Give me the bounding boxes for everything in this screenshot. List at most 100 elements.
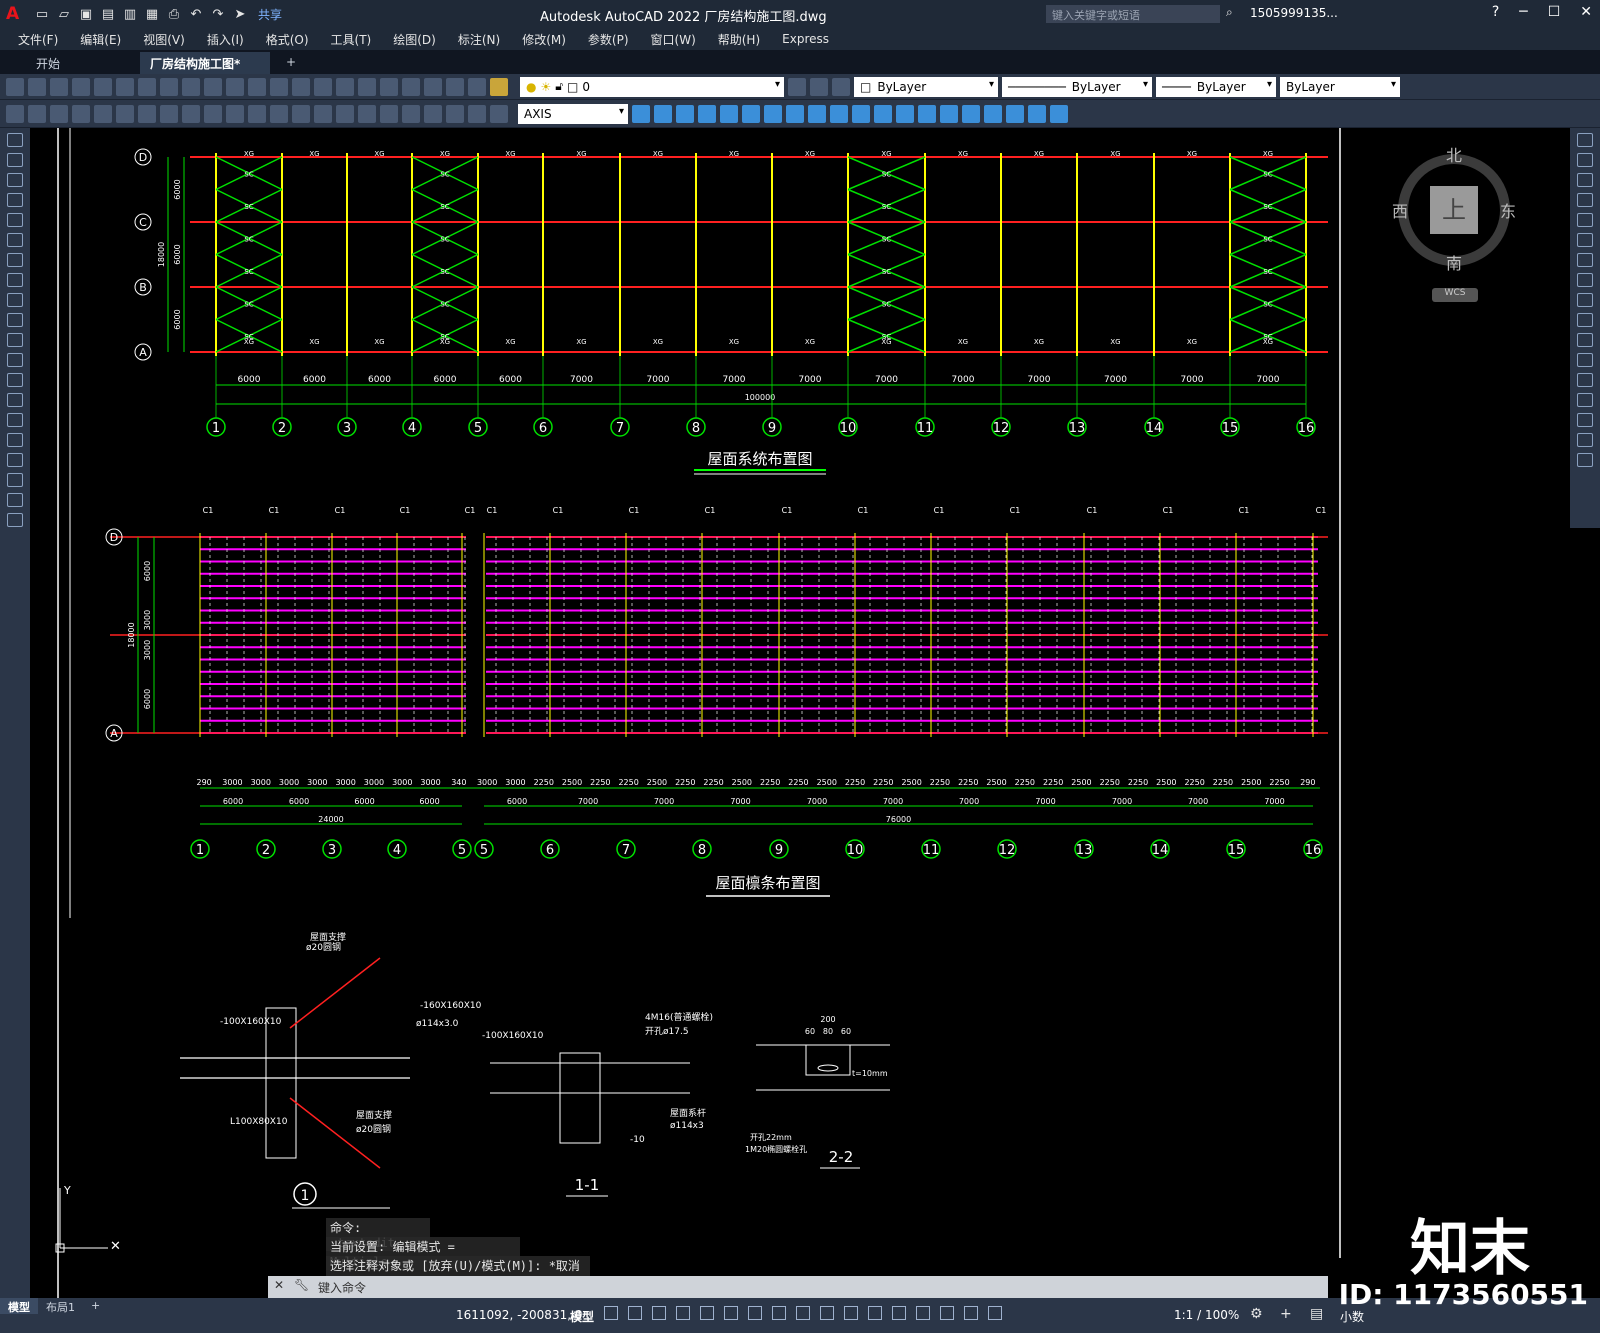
chamfer-tool-icon[interactable]: [1577, 393, 1593, 407]
table-tool-icon[interactable]: [7, 473, 23, 487]
tab-add-button[interactable]: +: [276, 52, 306, 74]
layer-properties-icon[interactable]: [490, 77, 508, 96]
inspection-icon[interactable]: [402, 104, 420, 123]
pan-icon[interactable]: [248, 77, 266, 96]
draw-table-icon[interactable]: [50, 104, 68, 123]
jogged-linear-icon[interactable]: [424, 104, 442, 123]
draw-line-icon[interactable]: [6, 104, 24, 123]
line-tool-icon[interactable]: [7, 133, 23, 147]
plotstyle-dropdown[interactable]: ByLayer: [1280, 76, 1400, 97]
save-icon[interactable]: ▣: [78, 6, 94, 22]
rectangle-tool-icon[interactable]: [7, 213, 23, 227]
tolerance-icon[interactable]: [358, 104, 376, 123]
osnap-toggle-icon[interactable]: [748, 1306, 762, 1320]
tool-palettes-icon[interactable]: [380, 77, 398, 96]
otrack-toggle-icon[interactable]: [724, 1306, 738, 1320]
modify-stretch-icon[interactable]: [808, 104, 826, 123]
preview-icon[interactable]: [94, 77, 112, 96]
revcloud-tool-icon[interactable]: [7, 273, 23, 287]
share-button[interactable]: 共享: [258, 6, 282, 23]
snap-toggle-icon[interactable]: [628, 1306, 642, 1320]
quick-dim-icon[interactable]: [248, 104, 266, 123]
viewcube[interactable]: 上 北 南 西 东 WCS: [1392, 142, 1516, 302]
menu-tools[interactable]: 工具(T): [331, 31, 372, 48]
markup-icon[interactable]: [424, 77, 442, 96]
xline-tool-icon[interactable]: [7, 153, 23, 167]
dim-break-icon[interactable]: [336, 104, 354, 123]
modify-rotate-icon[interactable]: [764, 104, 782, 123]
menu-edit[interactable]: 编辑(E): [80, 31, 121, 48]
grid-toggle-icon[interactable]: [604, 1306, 618, 1320]
modify-erase-icon[interactable]: [632, 104, 650, 123]
fillet-tool-icon[interactable]: [1577, 413, 1593, 427]
tab-layout1[interactable]: 布局1: [38, 1298, 83, 1314]
tab-add-layout[interactable]: +: [83, 1298, 108, 1314]
viewcube-east[interactable]: 东: [1500, 198, 1516, 222]
command-close-icon[interactable]: ✕: [274, 1278, 284, 1292]
annotation-monitor-icon[interactable]: +: [1280, 1306, 1292, 1322]
extend-tool-icon[interactable]: [1577, 333, 1593, 347]
linetype-dropdown[interactable]: ──────── ByLayer: [1002, 76, 1152, 97]
cut-icon[interactable]: [116, 77, 134, 96]
match-prop-icon[interactable]: [182, 77, 200, 96]
modify-trim-icon[interactable]: [830, 104, 848, 123]
export-icon[interactable]: ▦: [144, 6, 160, 22]
calculator-icon[interactable]: [446, 77, 464, 96]
polyline-tool-icon[interactable]: [7, 173, 23, 187]
explode-tool-icon[interactable]: [1577, 453, 1593, 467]
plot-icon[interactable]: ⎙: [166, 6, 182, 22]
viewcube-west[interactable]: 西: [1392, 198, 1408, 222]
linear-dim-icon[interactable]: [72, 104, 90, 123]
menu-window[interactable]: 窗口(W): [651, 31, 696, 48]
menu-modify[interactable]: 修改(M): [522, 31, 566, 48]
close-icon[interactable]: ✕: [1580, 4, 1592, 20]
gradient-tool-icon[interactable]: [7, 433, 23, 447]
diameter-dim-icon[interactable]: [204, 104, 222, 123]
drawing-canvas[interactable]: 屋面系统布置图 屋面檩条布置图 SC SC SC SC SC SC SC SC SC SC SC SC…: [30, 128, 1570, 1298]
blend-tool-icon[interactable]: [1577, 433, 1593, 447]
help-icon[interactable]: ?: [1492, 4, 1499, 20]
aligned-dim-icon[interactable]: [94, 104, 112, 123]
print-icon[interactable]: [72, 77, 90, 96]
baseline-dim-icon[interactable]: [270, 104, 288, 123]
copy-icon[interactable]: [138, 77, 156, 96]
new-icon[interactable]: [6, 77, 24, 96]
jogged-dim-icon[interactable]: [182, 104, 200, 123]
angular-dim-icon[interactable]: [226, 104, 244, 123]
coordinate-readout[interactable]: 1611092, -200831, 0: [456, 1308, 582, 1322]
arc-length-icon[interactable]: [116, 104, 134, 123]
maximize-icon[interactable]: ☐: [1548, 4, 1561, 20]
trim-tool-icon[interactable]: [1577, 313, 1593, 327]
redo-icon[interactable]: ↷: [210, 6, 226, 22]
join-tool-icon[interactable]: [1577, 373, 1593, 387]
3d-osnap-icon[interactable]: [844, 1306, 858, 1320]
center-mark-icon[interactable]: [380, 104, 398, 123]
save-as-icon[interactable]: ▤: [100, 6, 116, 22]
menu-file[interactable]: 文件(F): [18, 31, 58, 48]
save-icon[interactable]: [50, 77, 68, 96]
properties-icon[interactable]: [336, 77, 354, 96]
viewcube-south[interactable]: 南: [1446, 250, 1462, 274]
command-line[interactable]: ✕ 🔧︎ 键入命令: [268, 1276, 1328, 1298]
zoom-previous-icon[interactable]: [314, 77, 332, 96]
arc-tool-icon[interactable]: [7, 233, 23, 247]
selection-cycling-icon[interactable]: [820, 1306, 834, 1320]
undo-icon[interactable]: [204, 77, 222, 96]
modify-move-icon[interactable]: [742, 104, 760, 123]
transparency-toggle-icon[interactable]: [796, 1306, 810, 1320]
modify-chamfer-icon[interactable]: [918, 104, 936, 123]
modify-mirror-icon[interactable]: [676, 104, 694, 123]
spline-tool-icon[interactable]: [7, 293, 23, 307]
polygon-tool-icon[interactable]: [7, 193, 23, 207]
break-tool-icon[interactable]: [1577, 353, 1593, 367]
command-customize-icon[interactable]: 🔧︎: [294, 1278, 309, 1292]
sheet-set-icon[interactable]: [402, 77, 420, 96]
modify-extend-icon[interactable]: [852, 104, 870, 123]
modify-explode-icon[interactable]: [962, 104, 980, 123]
modify-array-icon[interactable]: [720, 104, 738, 123]
publish-icon[interactable]: ▥: [122, 6, 138, 22]
make-block-tool-icon[interactable]: [7, 373, 23, 387]
mtext-tool-icon[interactable]: [7, 493, 23, 507]
layer-dropdown[interactable]: ● ☀ 🔓︎ □ 0: [520, 76, 784, 97]
gizmo-icon[interactable]: [916, 1306, 930, 1320]
